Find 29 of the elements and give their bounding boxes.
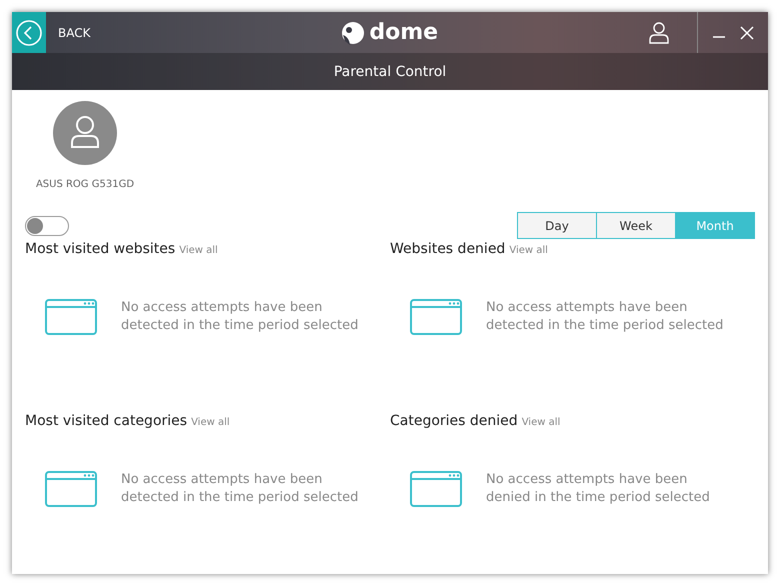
logo-icon [341,20,366,44]
browser-window-icon [410,471,462,507]
view-all-link[interactable]: View all [509,245,548,256]
empty-message: No access attempts have been detected in the time period selected [121,299,360,335]
back-icon[interactable] [12,12,46,53]
page-title: Parental Control [334,64,446,80]
period-tab[interactable]: Day [517,212,597,239]
empty-message: No access attempts have been detected in the time period selected [486,299,724,335]
panel-title: Websites denied [390,241,506,257]
browser-window-icon [45,299,97,335]
empty-message: No access attempts have been denied in the time period selected [486,471,711,507]
browser-window-icon [45,471,97,507]
view-all-link[interactable]: View all [191,417,230,428]
panel-title: Most visited categories [25,413,188,429]
device-name: ASUS ROG G531GD [36,179,134,190]
view-all-link[interactable]: View all [522,417,560,428]
panel-title: Most visited websites [25,241,176,257]
period-tab[interactable]: Week [596,212,676,239]
period-tab[interactable]: Month [675,212,755,239]
close-icon[interactable] [740,26,754,40]
user-icon[interactable] [649,22,669,44]
panel-title: Categories denied [390,413,518,429]
empty-message: No access attempts have been detected in the time period selected [121,471,360,507]
toggle-switch[interactable] [25,216,69,236]
logo-text: dome [369,20,438,45]
view-all-link[interactable]: View all [179,245,218,256]
avatar-icon [53,101,117,165]
back-link[interactable]: BACK [58,26,90,40]
browser-window-icon [410,299,462,335]
